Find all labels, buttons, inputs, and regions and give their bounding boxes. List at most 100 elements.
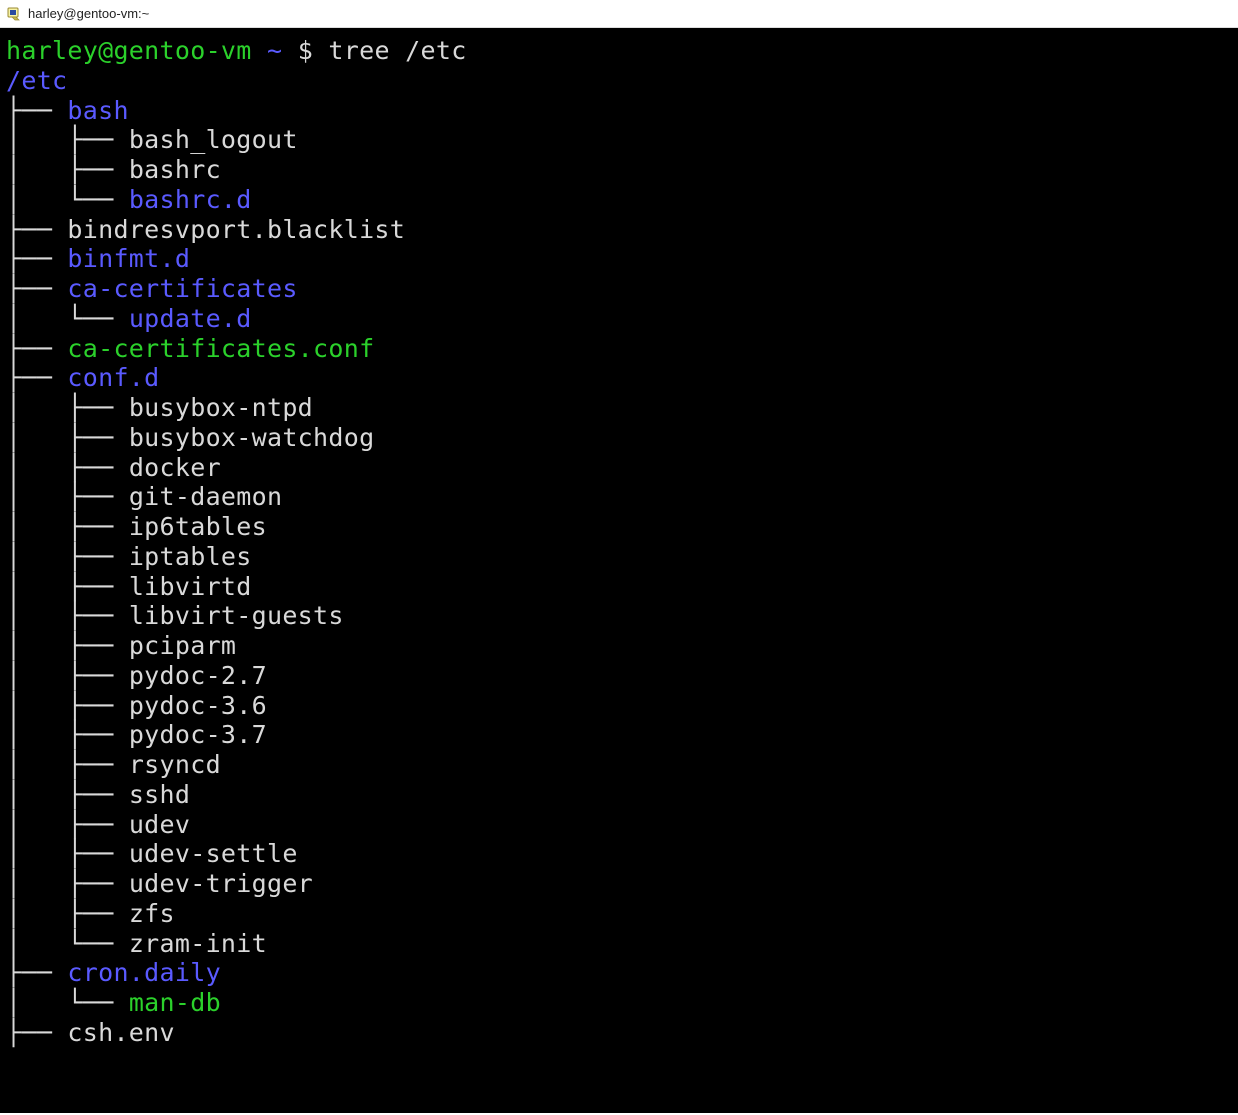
tree-branch-glyph: │ ├── (6, 691, 129, 720)
tree-line: │ ├── pydoc-2.7 (6, 661, 1232, 691)
tree-branch-glyph: │ ├── (6, 839, 129, 868)
tree-line: ├── bash (6, 96, 1232, 126)
tree-file: bash_logout (129, 125, 298, 154)
tree-line: │ └── bashrc.d (6, 185, 1232, 215)
tree-line: ├── bindresvport.blacklist (6, 215, 1232, 245)
tree-file: libvirtd (129, 572, 252, 601)
tree-line: │ ├── busybox-watchdog (6, 423, 1232, 453)
tree-file: libvirt-guests (129, 601, 344, 630)
tree-line: │ ├── bashrc (6, 155, 1232, 185)
tree-branch-glyph: │ ├── (6, 453, 129, 482)
tree-branch-glyph: │ ├── (6, 810, 129, 839)
tree-branch-glyph: ├── (6, 958, 67, 987)
prompt-userhost: harley@gentoo-vm (6, 36, 252, 65)
tree-file: udev (129, 810, 190, 839)
tree-file: udev-settle (129, 839, 298, 868)
tree-branch-glyph: ├── (6, 274, 67, 303)
tree-branch-glyph: │ ├── (6, 125, 129, 154)
tree-branch-glyph: │ ├── (6, 155, 129, 184)
tree-file: udev-trigger (129, 869, 313, 898)
tree-line: │ ├── bash_logout (6, 125, 1232, 155)
tree-dir: update.d (129, 304, 252, 333)
tree-line: │ ├── iptables (6, 542, 1232, 572)
tree-branch-glyph: │ ├── (6, 393, 129, 422)
tree-branch-glyph: │ ├── (6, 482, 129, 511)
tree-file: bashrc (129, 155, 221, 184)
tree-line: │ ├── udev-settle (6, 839, 1232, 869)
tree-branch-glyph: │ ├── (6, 631, 129, 660)
tree-branch-glyph: ├── (6, 363, 67, 392)
tree-branch-glyph: │ ├── (6, 780, 129, 809)
tree-branch-glyph: │ ├── (6, 750, 129, 779)
tree-branch-glyph: ├── (6, 334, 67, 363)
tree-file: csh.env (67, 1018, 174, 1047)
tree-branch-glyph: │ ├── (6, 661, 129, 690)
prompt-line: harley@gentoo-vm ~ $ tree /etc (6, 36, 1232, 66)
tree-branch-glyph: ├── (6, 215, 67, 244)
tree-line: │ ├── rsyncd (6, 750, 1232, 780)
tree-branch-glyph: ├── (6, 1018, 67, 1047)
tree-branch-glyph: │ ├── (6, 512, 129, 541)
tree-dir: conf.d (67, 363, 159, 392)
tree-branch-glyph: │ ├── (6, 572, 129, 601)
tree-branch-glyph: │ ├── (6, 542, 129, 571)
tree-line: │ ├── zfs (6, 899, 1232, 929)
window-titlebar: harley@gentoo-vm:~ (0, 0, 1238, 28)
tree-line: ├── csh.env (6, 1018, 1232, 1048)
tree-branch-glyph: │ ├── (6, 869, 129, 898)
prompt-dollar: $ (298, 36, 313, 65)
tree-exec: ca-certificates.conf (67, 334, 374, 363)
tree-branch-glyph: │ ├── (6, 899, 129, 928)
tree-line: │ ├── pciparm (6, 631, 1232, 661)
window-title: harley@gentoo-vm:~ (28, 6, 149, 21)
tree-line: │ └── zram-init (6, 929, 1232, 959)
tree-file: git-daemon (129, 482, 283, 511)
tree-line: │ └── update.d (6, 304, 1232, 334)
tree-file: busybox-watchdog (129, 423, 375, 452)
tree-line: │ ├── busybox-ntpd (6, 393, 1232, 423)
tree-exec: man-db (129, 988, 221, 1017)
tree-dir: binfmt.d (67, 244, 190, 273)
tree-output: ├── bash│ ├── bash_logout│ ├── bashrc│ └… (6, 96, 1232, 1048)
tree-line: │ ├── git-daemon (6, 482, 1232, 512)
tree-dir: bash (67, 96, 128, 125)
tree-branch-glyph: │ └── (6, 929, 129, 958)
tree-branch-glyph: ├── (6, 96, 67, 125)
tree-line: │ ├── udev-trigger (6, 869, 1232, 899)
prompt-command: tree /etc (313, 36, 467, 65)
tree-branch-glyph: │ ├── (6, 423, 129, 452)
tree-line: │ ├── libvirt-guests (6, 601, 1232, 631)
tree-branch-glyph: ├── (6, 244, 67, 273)
tree-line: ├── cron.daily (6, 958, 1232, 988)
tree-file: ip6tables (129, 512, 267, 541)
tree-file: pydoc-3.6 (129, 691, 267, 720)
tree-branch-glyph: │ ├── (6, 720, 129, 749)
tree-line: │ ├── udev (6, 810, 1232, 840)
tree-line: │ └── man-db (6, 988, 1232, 1018)
tree-line: │ ├── pydoc-3.6 (6, 691, 1232, 721)
tree-branch-glyph: │ ├── (6, 601, 129, 630)
tree-dir: bashrc.d (129, 185, 252, 214)
terminal-viewport[interactable]: harley@gentoo-vm ~ $ tree /etc /etc ├── … (0, 28, 1238, 1113)
tree-file: bindresvport.blacklist (67, 215, 405, 244)
tree-line: │ ├── pydoc-3.7 (6, 720, 1232, 750)
tree-file: iptables (129, 542, 252, 571)
tree-line: ├── ca-certificates (6, 274, 1232, 304)
tree-file: sshd (129, 780, 190, 809)
putty-icon (6, 6, 22, 22)
tree-file: pydoc-3.7 (129, 720, 267, 749)
prompt-cwd: ~ (252, 36, 298, 65)
tree-line: ├── conf.d (6, 363, 1232, 393)
tree-file: zfs (129, 899, 175, 928)
tree-line: │ ├── libvirtd (6, 572, 1232, 602)
tree-line: ├── ca-certificates.conf (6, 334, 1232, 364)
tree-file: pydoc-2.7 (129, 661, 267, 690)
tree-file: pciparm (129, 631, 236, 660)
tree-file: docker (129, 453, 221, 482)
tree-file: rsyncd (129, 750, 221, 779)
tree-file: busybox-ntpd (129, 393, 313, 422)
tree-line: │ ├── ip6tables (6, 512, 1232, 542)
tree-line: │ ├── sshd (6, 780, 1232, 810)
tree-root: /etc (6, 66, 1232, 96)
tree-file: zram-init (129, 929, 267, 958)
